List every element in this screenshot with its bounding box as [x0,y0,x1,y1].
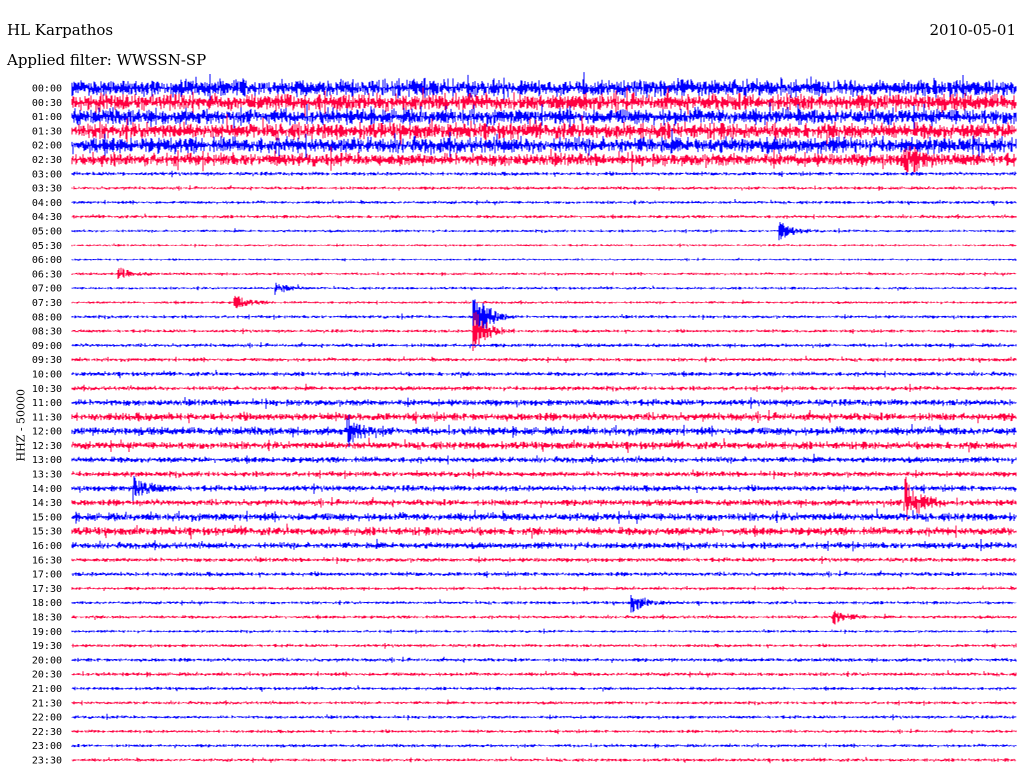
row-time-label: 03:00 [32,169,62,180]
trace-row-1430 [71,476,1017,521]
trace-row-1130 [71,410,1017,424]
trace-row-1600 [71,538,1017,552]
row-time-label: 06:00 [32,255,62,266]
row-time-label: 05:00 [32,226,62,237]
row-time-label: 13:00 [32,455,62,466]
row-time-label: 08:30 [32,327,62,338]
row-time-label: 23:30 [32,756,62,767]
trace-row-0600 [71,257,1017,262]
row-time-label: 06:30 [32,269,62,280]
trace-row-1030 [71,383,1017,393]
trace-row-0330 [71,185,1017,191]
row-time-label: 05:30 [32,241,62,252]
trace-row-2330 [71,756,1017,764]
trace-row-1400 [71,475,1017,502]
trace-row-1000 [71,369,1017,379]
trace-row-0500 [71,222,1017,241]
row-time-label: 10:30 [32,384,62,395]
row-time-label: 11:30 [32,412,62,423]
trace-row-1830 [71,610,1017,625]
row-time-label: 21:30 [32,698,62,709]
trace-row-1730 [71,585,1017,592]
trace-row-2030 [71,670,1017,678]
row-time-label: 20:30 [32,670,62,681]
row-time-label: 12:00 [32,427,62,438]
trace-row-1100 [71,397,1017,409]
row-time-label: 21:00 [32,684,62,695]
row-time-label: 16:00 [32,541,62,552]
trace-row-2100 [71,685,1017,692]
row-time-label: 13:30 [32,470,62,481]
trace-row-0000 [71,72,1017,104]
row-time-label: 18:00 [32,598,62,609]
row-time-label: 16:30 [32,555,62,566]
row-time-label: 07:30 [32,298,62,309]
trace-row-1930 [71,643,1017,649]
row-time-label: 09:30 [32,355,62,366]
trace-row-1500 [71,508,1017,524]
row-time-label: 08:00 [32,312,62,323]
trace-row-2000 [71,656,1017,663]
trace-row-0630 [71,267,1017,279]
trace-row-1530 [71,523,1017,540]
trace-row-1630 [71,556,1017,564]
row-time-label: 01:30 [32,126,62,137]
trace-row-0730 [71,295,1017,309]
row-time-label: 19:00 [32,627,62,638]
trace-row-2200 [71,713,1017,721]
trace-row-0900 [71,342,1017,349]
row-time-label: 10:00 [32,369,62,380]
row-time-label: 09:00 [32,341,62,352]
trace-row-1900 [71,628,1017,634]
trace-row-2300 [71,743,1017,749]
row-time-label: 18:30 [32,613,62,624]
row-time-label: 22:30 [32,727,62,738]
trace-row-0930 [71,355,1017,363]
trace-row-0300 [71,170,1017,178]
row-time-label: 01:00 [32,112,62,123]
trace-row-1230 [71,437,1017,453]
row-time-label: 07:00 [32,284,62,295]
trace-row-1700 [71,570,1017,578]
row-time-label: 11:00 [32,398,62,409]
trace-row-2230 [71,728,1017,735]
trace-row-0700 [71,282,1017,295]
trace-row-0530 [71,243,1017,248]
trace-row-1300 [71,453,1017,465]
row-time-label: 17:00 [32,570,62,581]
trace-row-0430 [71,213,1017,220]
row-time-label: 20:00 [32,655,62,666]
row-time-label: 15:00 [32,512,62,523]
trace-row-0400 [71,199,1017,206]
row-time-label: 17:30 [32,584,62,595]
row-time-label: 00:00 [32,84,62,95]
row-time-label: 02:30 [32,155,62,166]
row-time-label: 12:30 [32,441,62,452]
row-time-label: 02:00 [32,141,62,152]
row-time-label: 14:30 [32,498,62,509]
row-time-label: 15:30 [32,527,62,538]
trace-row-1800 [71,595,1017,613]
trace-row-1330 [71,468,1017,480]
trace-row-2130 [71,699,1017,706]
helicorder-plot: 00:00 00:30 01:00 01:30 02:00 02:30 03:00 03:30… [32,72,1017,767]
row-time-label: 04:00 [32,198,62,209]
row-time-label: 04:30 [32,212,62,223]
row-time-label: 23:00 [32,741,62,752]
row-time-label: 00:30 [32,98,62,109]
row-time-label: 19:30 [32,641,62,652]
row-time-label: 22:00 [32,713,62,724]
row-time-label: 03:30 [32,184,62,195]
row-time-label: 14:00 [32,484,62,495]
